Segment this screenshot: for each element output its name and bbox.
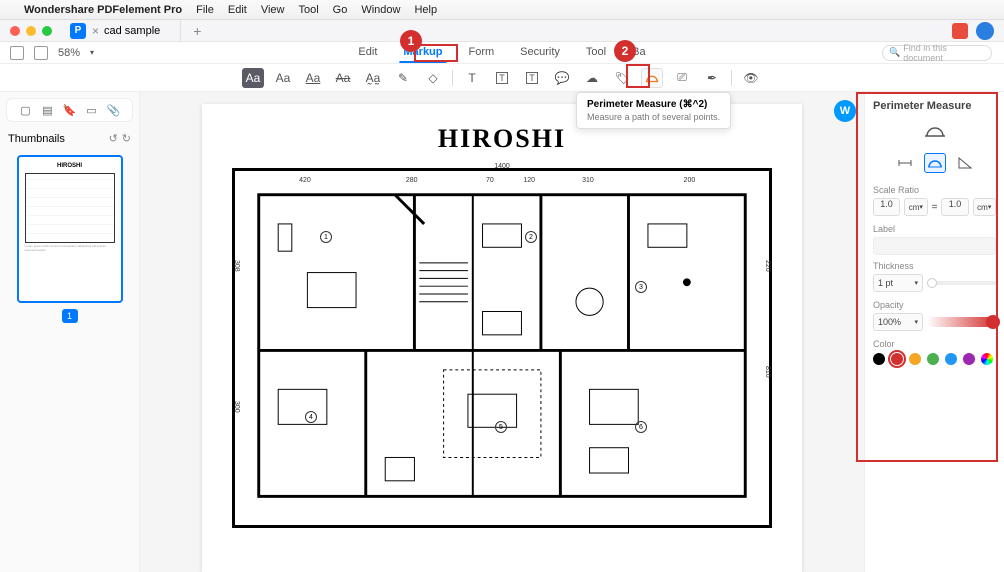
room-5: 5 bbox=[495, 421, 507, 433]
page-thumbnail-1[interactable]: HIROSHI Lorem ipsum dolor sit amet conse… bbox=[17, 155, 123, 303]
show-hide-tool[interactable]: 👁 bbox=[740, 68, 762, 88]
tooltip-title: Perimeter Measure (⌘^2) bbox=[587, 99, 720, 110]
cloud-tool[interactable]: ☁ bbox=[581, 68, 603, 88]
rotate-right-icon[interactable]: ↻ bbox=[122, 132, 131, 145]
annotation-box-rightpanel bbox=[856, 92, 998, 462]
menu-view[interactable]: View bbox=[261, 4, 285, 16]
tab-label: cad sample bbox=[104, 25, 160, 37]
annotation-marker-2: 2 bbox=[614, 40, 636, 62]
maximize-window-button[interactable] bbox=[42, 26, 52, 36]
bookmark-icon[interactable]: 🔖 bbox=[63, 103, 77, 117]
panel-toggle-icon[interactable] bbox=[10, 46, 24, 60]
rotate-left-icon[interactable]: ↺ bbox=[109, 132, 118, 145]
thumbnail-page-number: 1 bbox=[62, 309, 78, 323]
room-1: 1 bbox=[320, 231, 332, 243]
text-tool[interactable]: T bbox=[461, 68, 483, 88]
close-window-button[interactable] bbox=[10, 26, 20, 36]
sidebar-mode-switcher: ▢ ▤ 🔖 ▭ 📎 bbox=[6, 98, 133, 122]
text-underline[interactable]: Aa bbox=[302, 68, 324, 88]
room-4: 4 bbox=[305, 411, 317, 423]
left-sidebar: ▢ ▤ 🔖 ▭ 📎 Thumbnails ↺ ↻ HIROSHI Lorem i… bbox=[0, 92, 140, 572]
menu-file[interactable]: File bbox=[196, 4, 214, 16]
search-icon: 🔍 bbox=[889, 47, 900, 58]
text-squiggly[interactable]: A̰a̰ bbox=[362, 68, 384, 88]
highlight-tool[interactable]: Aa bbox=[242, 68, 264, 88]
dim-top-5: 310 bbox=[582, 177, 594, 184]
ribbon-tab-security[interactable]: Security bbox=[516, 43, 564, 63]
macos-menubar: Wondershare PDFelement Pro File Edit Vie… bbox=[0, 0, 1004, 20]
signature-tool[interactable]: ✒ bbox=[701, 68, 723, 88]
floor-plan: 1400 420 280 70 120 310 200 308 300 220 … bbox=[232, 168, 772, 528]
search-input[interactable]: 🔍 Find in this document bbox=[882, 45, 992, 61]
thumbnails-icon[interactable]: ▢ bbox=[19, 103, 33, 117]
menu-tool[interactable]: Tool bbox=[298, 4, 318, 16]
annotation-box-markup bbox=[414, 44, 458, 62]
page-view-icon[interactable] bbox=[34, 46, 48, 60]
close-tab-icon[interactable]: × bbox=[92, 24, 99, 38]
document-tab[interactable]: × cad sample bbox=[94, 20, 181, 42]
note-tool[interactable]: 💬 bbox=[551, 68, 573, 88]
user-avatar[interactable] bbox=[976, 22, 994, 40]
zoom-level[interactable]: 58% bbox=[58, 47, 80, 59]
tooltip-desc: Measure a path of several points. bbox=[587, 112, 720, 122]
dim-right-1: 220 bbox=[764, 260, 771, 272]
dim-top-6: 200 bbox=[684, 177, 696, 184]
eraser-tool[interactable]: ◇ bbox=[422, 68, 444, 88]
dim-left-2: 300 bbox=[233, 401, 240, 413]
attachments-icon[interactable]: 📎 bbox=[107, 103, 121, 117]
search-placeholder: Find in this document bbox=[903, 43, 985, 63]
room-3: 3 bbox=[635, 281, 647, 293]
text-style-1[interactable]: Aa bbox=[272, 68, 294, 88]
document-page: HIROSHI 1400 420 280 70 120 310 200 308 … bbox=[202, 104, 802, 572]
dim-total-width: 1400 bbox=[494, 163, 510, 170]
window-titlebar: P × cad sample + bbox=[0, 20, 1004, 42]
zoom-dropdown-icon[interactable]: ▾ bbox=[90, 48, 94, 57]
dim-top-2: 280 bbox=[406, 177, 418, 184]
ribbon-tab-form[interactable]: Form bbox=[465, 43, 499, 63]
stamp-tool[interactable]: ⎚ bbox=[671, 68, 693, 88]
annotations-icon[interactable]: ▭ bbox=[85, 103, 99, 117]
ribbon-tab-edit[interactable]: Edit bbox=[354, 43, 381, 63]
wondershare-badge[interactable]: W bbox=[834, 100, 856, 122]
store-icon[interactable] bbox=[952, 23, 968, 39]
outline-icon[interactable]: ▤ bbox=[41, 103, 55, 117]
menu-edit[interactable]: Edit bbox=[228, 4, 247, 16]
traffic-lights bbox=[0, 26, 62, 36]
room-2: 2 bbox=[525, 231, 537, 243]
annotation-box-perimeter bbox=[626, 64, 650, 88]
dim-top-4: 120 bbox=[523, 177, 535, 184]
new-tab-button[interactable]: + bbox=[181, 23, 213, 39]
text-box-tool[interactable]: T bbox=[491, 68, 513, 88]
menu-window[interactable]: Window bbox=[361, 4, 400, 16]
annotation-marker-1: 1 bbox=[400, 30, 422, 52]
pencil-tool[interactable]: ✎ bbox=[392, 68, 414, 88]
menu-help[interactable]: Help bbox=[414, 4, 437, 16]
dim-top-3: 70 bbox=[486, 177, 494, 184]
ribbon: 58% ▾ Edit Markup Form Security Tool Ba … bbox=[0, 42, 1004, 64]
menu-go[interactable]: Go bbox=[333, 4, 348, 16]
room-6: 6 bbox=[635, 421, 647, 433]
thumbnails-title: Thumbnails bbox=[8, 133, 65, 145]
dim-left-1: 308 bbox=[233, 260, 240, 272]
app-icon: P bbox=[70, 23, 86, 39]
dim-right-2: 810 bbox=[764, 366, 771, 378]
document-canvas[interactable]: W HIROSHI 1400 420 280 70 120 310 200 30… bbox=[140, 92, 864, 572]
callout-tool[interactable]: T bbox=[521, 68, 543, 88]
app-name[interactable]: Wondershare PDFelement Pro bbox=[24, 4, 182, 16]
dim-top-1: 420 bbox=[299, 177, 311, 184]
minimize-window-button[interactable] bbox=[26, 26, 36, 36]
text-strikethrough[interactable]: Aa bbox=[332, 68, 354, 88]
perimeter-tooltip: Perimeter Measure (⌘^2) Measure a path o… bbox=[576, 92, 731, 129]
markup-toolbar: Aa Aa Aa Aa A̰a̰ ✎ ◇ T T T 💬 ☁ 🏷 ⎚ ✒ 👁 bbox=[0, 64, 1004, 92]
ribbon-tab-tool[interactable]: Tool bbox=[582, 43, 610, 63]
